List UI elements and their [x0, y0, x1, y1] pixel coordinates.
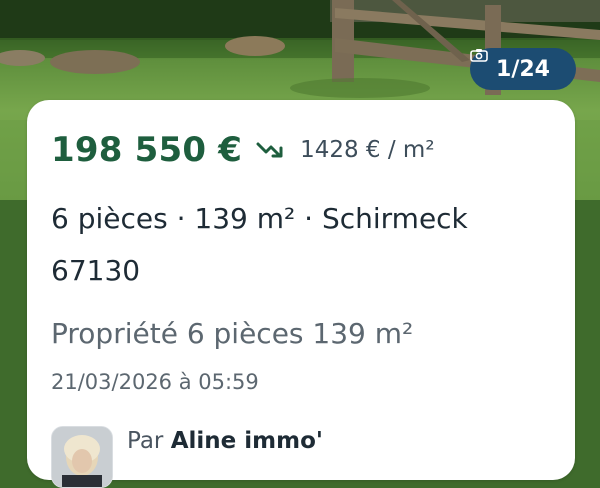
price-per-m2: 1428 € / m²: [300, 137, 435, 163]
price-row: 198 550 € 1428 € / m²: [51, 130, 435, 170]
photo-counter: 1/24: [496, 56, 550, 82]
photo-counter-badge[interactable]: 1/24: [470, 48, 576, 90]
agent-row[interactable]: Par Aline immo': [51, 426, 323, 488]
price-down-trend-icon: [256, 142, 283, 158]
camera-icon: [470, 49, 488, 62]
listing-title: 6 pièces · 139 m² · Schirmeck 67130: [51, 202, 468, 287]
listing-subtitle: Propriété 6 pièces 139 m²: [51, 317, 414, 350]
agent-name[interactable]: Aline immo': [171, 428, 323, 454]
agent-credit: Par Aline immo': [127, 428, 323, 454]
agent-by-label: Par: [127, 428, 164, 454]
listing-price: 198 550 €: [51, 130, 243, 170]
listing-card[interactable]: 198 550 € 1428 € / m² 6 pièces · 139 m² …: [27, 100, 575, 488]
agent-portrait: [52, 427, 112, 487]
agent-avatar: [51, 426, 113, 488]
listing-date: 21/03/2026 à 05:59: [51, 370, 259, 394]
